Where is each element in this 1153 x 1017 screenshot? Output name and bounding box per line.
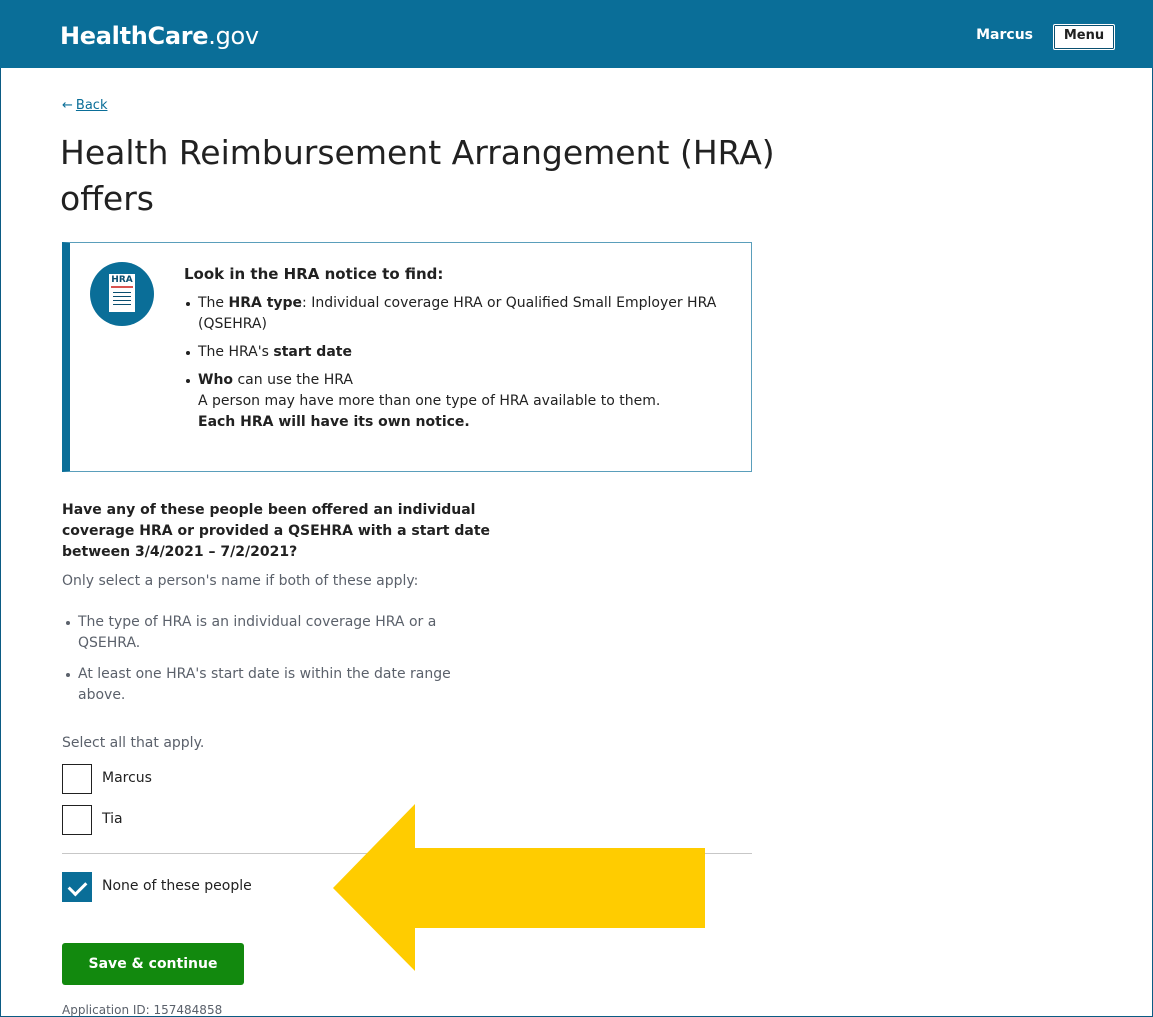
notice-item-text: The HRA's xyxy=(198,344,274,360)
notice-item-bold: HRA type xyxy=(228,295,303,311)
arrow-shape xyxy=(333,804,705,971)
document-line xyxy=(113,292,131,293)
document-line xyxy=(113,304,131,305)
hra-document-icon: HRA xyxy=(90,262,154,326)
healthcare-gov-logo[interactable]: HealthCare.gov xyxy=(60,22,259,50)
notice-item-extra: A person may have more than one type of … xyxy=(198,393,661,409)
checkbox-tia[interactable] xyxy=(62,805,92,835)
notice-item-extra-bold: Each HRA will have its own notice. xyxy=(198,414,470,430)
option-label[interactable]: Tia xyxy=(102,811,123,827)
back-arrow-icon: ← xyxy=(62,98,73,113)
hra-question: Have any of these people been offered an… xyxy=(62,502,491,560)
checkbox-none-checked[interactable] xyxy=(62,872,92,902)
document-label: HRA xyxy=(111,275,133,285)
back-link-label: Back xyxy=(75,98,108,113)
hint-list: The type of HRA is an individual coverag… xyxy=(62,612,502,716)
application-id: Application ID: 157484858 xyxy=(62,1003,223,1017)
menu-button[interactable]: Menu xyxy=(1053,24,1115,50)
option-label[interactable]: None of these people xyxy=(102,878,252,894)
user-name[interactable]: Marcus xyxy=(976,27,1033,43)
question-hint: Only select a person's name if both of t… xyxy=(62,573,419,589)
hint-item: At least one HRA's start date is within … xyxy=(62,664,502,706)
save-continue-button[interactable]: Save & continue xyxy=(62,943,244,985)
document-line xyxy=(113,296,131,297)
document-accent-bar xyxy=(111,286,133,288)
notice-item-bold: start date xyxy=(273,344,352,360)
notice-list: The HRA type: Individual coverage HRA or… xyxy=(184,293,734,440)
option-label[interactable]: Marcus xyxy=(102,770,152,786)
page-title: Health Reimbursement Arrangement (HRA) o… xyxy=(60,133,775,218)
site-header: HealthCare.gov Marcus Menu xyxy=(0,0,1153,68)
notice-item-who: Who can use the HRA A person may have mo… xyxy=(184,370,734,433)
notice-item-text: can use the HRA xyxy=(233,372,354,388)
notice-item-bold: Who xyxy=(198,372,234,388)
document-line xyxy=(113,300,131,301)
notice-item-start-date: The HRA's start date xyxy=(184,342,734,363)
document-shape: HRA xyxy=(109,274,135,312)
notice-item-text: The xyxy=(198,295,229,311)
logo-brand: HealthCare xyxy=(60,22,209,50)
hint-item: The type of HRA is an individual coverag… xyxy=(62,612,502,654)
checkmark-icon xyxy=(67,876,88,897)
logo-tld: .gov xyxy=(208,22,259,50)
yellow-arrow-annotation xyxy=(333,804,705,971)
back-link[interactable]: ← Back xyxy=(62,98,107,113)
select-all-instruction: Select all that apply. xyxy=(62,735,205,751)
checkbox-marcus[interactable] xyxy=(62,764,92,794)
hra-notice-callout: HRA Look in the HRA notice to find: The … xyxy=(62,242,752,472)
notice-title: Look in the HRA notice to find: xyxy=(184,265,444,283)
notice-item-hra-type: The HRA type: Individual coverage HRA or… xyxy=(184,293,734,335)
